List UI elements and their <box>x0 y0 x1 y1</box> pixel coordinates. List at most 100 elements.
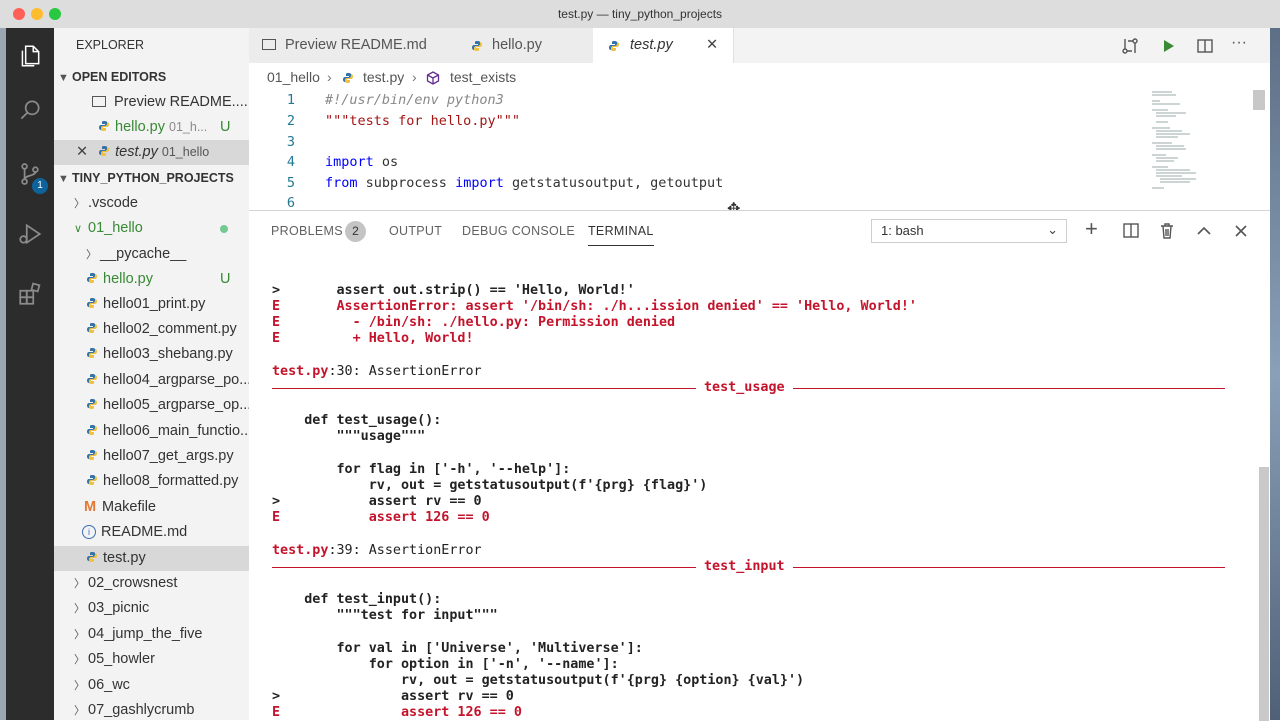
more-actions-icon[interactable]: ··· <box>1231 34 1247 52</box>
git-status-untracked: U <box>220 119 231 135</box>
python-file-icon <box>87 273 97 283</box>
tree-folder[interactable]: 〉 05_howler <box>54 647 269 672</box>
tree-file[interactable]: hello05_argparse_op... <box>54 393 281 418</box>
chevron-right-icon: › <box>412 69 417 85</box>
tree-file[interactable]: hello08_formatted.py <box>54 469 281 494</box>
tree-file[interactable]: hello07_get_args.py <box>54 444 281 469</box>
tree-label: __pycache__ <box>100 246 187 262</box>
code-line: import os <box>325 154 398 170</box>
desktop-background <box>1270 28 1280 720</box>
tree-file[interactable]: M Makefile <box>54 495 279 520</box>
code-text: os <box>373 154 399 170</box>
open-editor-item-active[interactable]: ✕ test.py 01_hello <box>54 140 271 165</box>
chevron-down-icon: ∨ <box>74 223 83 235</box>
tree-folder[interactable]: 〉 02_crowsnest <box>54 571 269 596</box>
code-editor[interactable]: 1 #!/usr/bin/env python3 2 """tests for … <box>249 90 1270 210</box>
tab-terminal[interactable]: TERMINAL <box>588 224 654 246</box>
tree-file[interactable]: hello06_main_functio... <box>54 419 281 444</box>
tree-file[interactable]: hello02_comment.py <box>54 317 281 342</box>
tree-folder[interactable]: 〉 06_wc <box>54 673 269 698</box>
chevron-right-icon: 〉 <box>74 629 85 641</box>
tree-file-selected[interactable]: test.py <box>54 546 281 571</box>
bottom-panel: PROBLEMS 2 OUTPUT DEBUG CONSOLE TERMINAL… <box>249 210 1270 721</box>
extensions-icon[interactable] <box>6 270 54 318</box>
tree-label: test.py <box>103 550 146 566</box>
tree-folder[interactable]: 〉 03_picnic <box>54 596 269 621</box>
chevron-up-icon[interactable] <box>1194 221 1214 241</box>
source-control-icon[interactable]: 1 <box>6 150 54 198</box>
breadcrumb-symbol[interactable]: test_exists <box>450 69 516 85</box>
run-file-icon[interactable] <box>1158 36 1178 56</box>
chevron-right-icon: 〉 <box>74 705 85 717</box>
tree-label: hello07_get_args.py <box>103 448 234 464</box>
tree-folder[interactable]: 〉 .vscode <box>54 191 269 216</box>
terminal-select[interactable]: 1: bash ⌄ <box>871 219 1067 243</box>
tree-label: 05_howler <box>88 651 155 667</box>
terminal-line: > assert rv == 0 <box>272 689 514 704</box>
minimap[interactable] <box>1150 90 1220 200</box>
tree-file[interactable]: i README.md <box>54 520 277 545</box>
tab-debug-console[interactable]: DEBUG CONSOLE <box>462 224 575 238</box>
search-icon[interactable] <box>6 86 54 134</box>
tree-file[interactable]: hello01_print.py <box>54 292 281 317</box>
tab-output[interactable]: OUTPUT <box>389 224 442 238</box>
breadcrumb-file[interactable]: test.py <box>363 69 404 85</box>
tab-problems[interactable]: PROBLEMS <box>271 224 343 238</box>
close-icon[interactable]: ✕ <box>706 28 718 63</box>
tree-label: .vscode <box>88 195 138 211</box>
editor-scrollbar[interactable] <box>1253 90 1265 110</box>
line-number: 3 <box>286 134 295 150</box>
git-status-untracked: U <box>220 271 231 287</box>
run-debug-icon[interactable] <box>6 210 54 258</box>
open-editor-label: test.py <box>115 144 158 160</box>
code-keyword: from <box>325 175 358 191</box>
terminal-file-ref: test.py <box>272 364 329 379</box>
tab-test-py[interactable]: test.py ✕ <box>593 28 734 63</box>
info-icon: i <box>82 525 96 539</box>
open-changes-icon[interactable] <box>1120 36 1140 56</box>
python-file-icon <box>87 425 97 435</box>
preview-icon <box>92 96 106 107</box>
explorer-icon[interactable] <box>6 32 54 80</box>
python-file-icon <box>87 475 97 485</box>
tree-file[interactable]: hello03_shebang.py <box>54 342 281 367</box>
terminal-line: E assert 126 == 0 <box>272 705 522 720</box>
python-file-icon <box>99 121 109 131</box>
preview-icon <box>262 39 276 50</box>
terminal-line: for val in ['Universe', 'Multiverse']: <box>272 641 643 656</box>
terminal-output[interactable]: > assert out.strip() == 'Hello, World!' … <box>249 283 1259 721</box>
makefile-icon: M <box>84 499 97 515</box>
tree-file[interactable]: hello04_argparse_po... <box>54 368 281 393</box>
python-file-icon <box>87 552 97 562</box>
test-name: test_input <box>696 559 793 575</box>
code-line: """tests for hello.py""" <box>325 113 521 129</box>
tree-label: 03_picnic <box>88 600 150 616</box>
tab-preview-readme[interactable]: Preview README.md <box>249 28 455 63</box>
close-panel-icon[interactable] <box>1231 221 1251 241</box>
method-icon <box>426 71 440 85</box>
open-editor-label: hello.py <box>115 119 165 135</box>
close-icon[interactable]: ✕ <box>76 144 88 160</box>
terminal-scrollbar[interactable] <box>1259 467 1269 721</box>
tree-folder[interactable]: 〉 07_gashlycrumb <box>54 698 269 723</box>
new-terminal-icon[interactable]: + <box>1085 218 1098 240</box>
chevron-right-icon: 〉 <box>74 680 85 692</box>
tree-label: hello06_main_functio... <box>103 423 253 439</box>
open-editors-section[interactable]: ▼ OPEN EDITORS <box>54 65 249 90</box>
chevron-down-icon: ▼ <box>58 173 69 185</box>
tree-folder[interactable]: 〉 04_jump_the_five <box>54 622 269 647</box>
tree-label: hello08_formatted.py <box>103 473 239 489</box>
tree-label: README.md <box>101 524 188 540</box>
line-number: 6 <box>286 195 295 210</box>
tree-file[interactable]: hello.py U <box>54 267 281 292</box>
breadcrumb-folder[interactable]: 01_hello <box>267 69 320 85</box>
tree-folder[interactable]: ∨ 01_hello <box>54 216 269 241</box>
tab-label: hello.py <box>492 37 542 53</box>
trash-icon[interactable] <box>1157 221 1177 241</box>
tree-folder[interactable]: 〉 __pycache__ <box>54 242 281 267</box>
project-section[interactable]: ▼ TINY_PYTHON_PROJECTS <box>54 166 249 191</box>
split-terminal-icon[interactable] <box>1121 221 1141 241</box>
split-editor-icon[interactable] <box>1195 36 1215 56</box>
tab-label: Preview README.md <box>285 37 427 53</box>
tab-hello-py[interactable]: hello.py <box>454 28 594 63</box>
